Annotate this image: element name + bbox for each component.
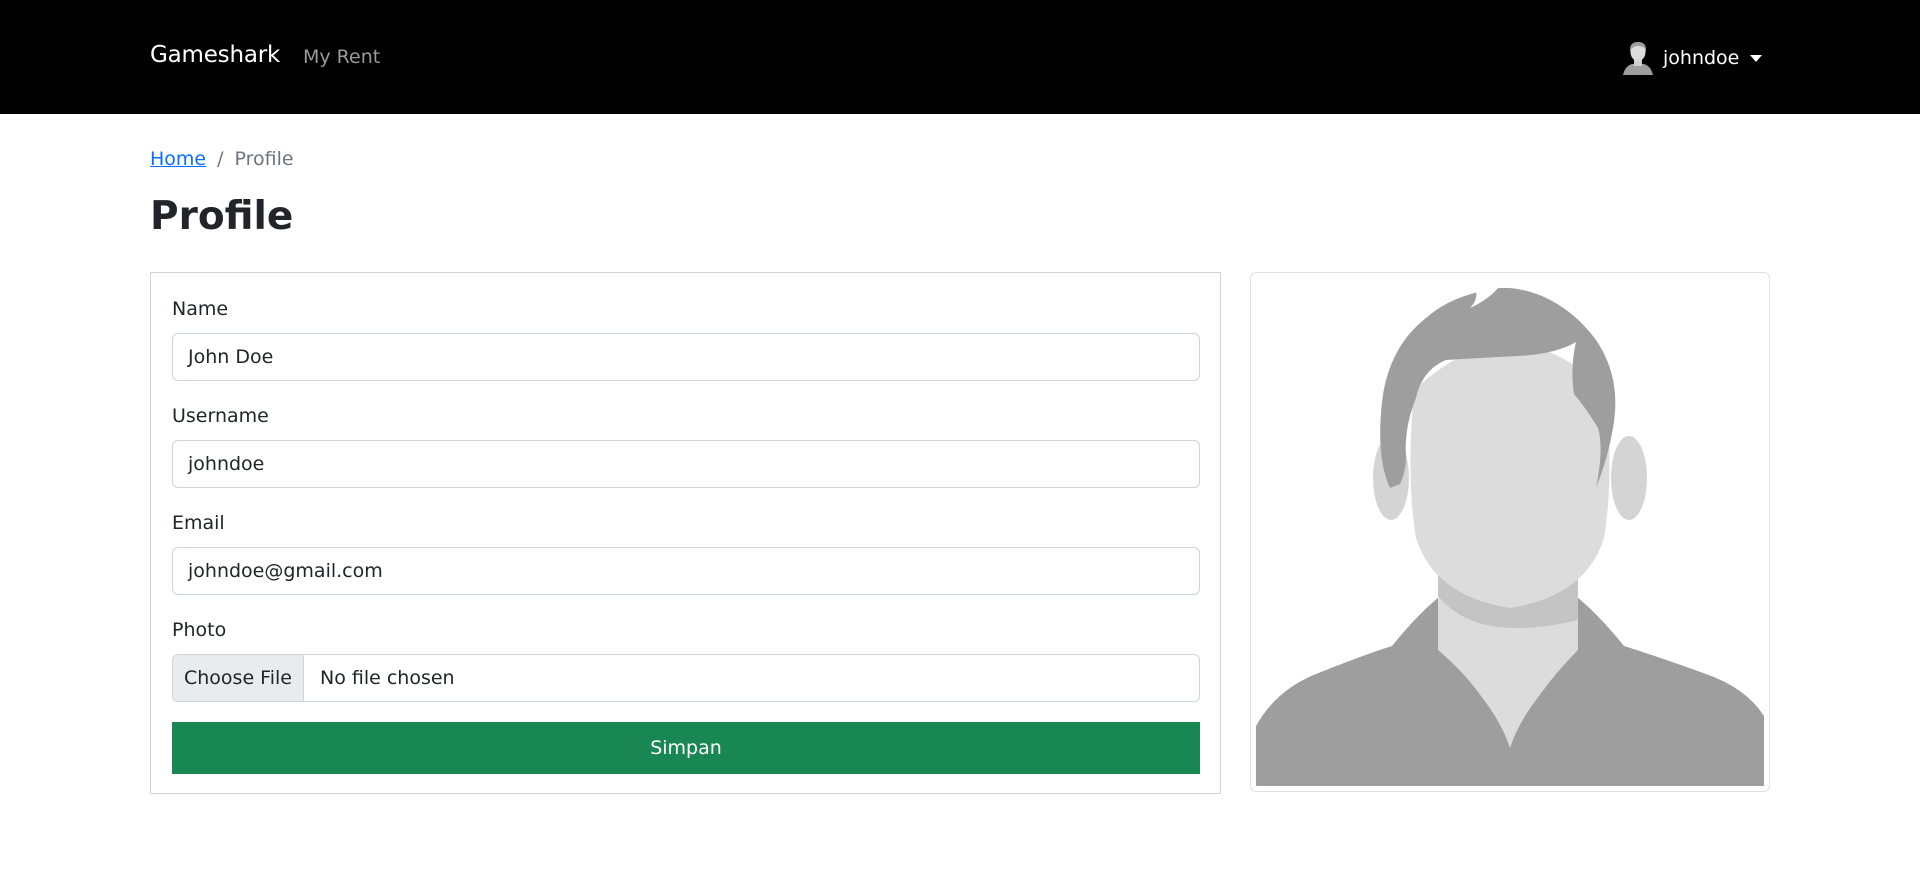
- caret-down-icon: [1750, 54, 1763, 62]
- name-input[interactable]: John Doe: [172, 333, 1200, 381]
- profile-form: Name John Doe Username johndoe Email joh…: [150, 272, 1221, 794]
- user-silhouette-icon: [1623, 42, 1653, 75]
- name-label: Name: [172, 298, 229, 320]
- photo-label: Photo: [172, 619, 227, 641]
- username-label: Username: [172, 405, 269, 427]
- profile-photo-card: [1250, 272, 1770, 792]
- brand-link[interactable]: Gameshark: [150, 42, 280, 68]
- username-input[interactable]: johndoe: [172, 440, 1200, 488]
- default-avatar-icon: [1256, 278, 1764, 786]
- photo-file-input[interactable]: Choose File No file chosen: [172, 654, 1200, 702]
- breadcrumb-current: Profile: [234, 148, 294, 170]
- email-label: Email: [172, 512, 225, 534]
- nav-link-my-rent[interactable]: My Rent: [303, 46, 380, 68]
- save-button[interactable]: Simpan: [172, 722, 1200, 774]
- choose-file-button[interactable]: Choose File: [173, 655, 304, 701]
- page-title: Profile: [150, 194, 294, 239]
- breadcrumb: Home / Profile: [150, 148, 294, 170]
- file-status: No file chosen: [320, 667, 455, 689]
- user-menu-toggle[interactable]: johndoe: [1623, 40, 1763, 76]
- breadcrumb-home-link[interactable]: Home: [150, 148, 206, 170]
- user-name: johndoe: [1663, 47, 1740, 69]
- breadcrumb-separator: /: [217, 148, 224, 170]
- email-input[interactable]: johndoe@gmail.com: [172, 547, 1200, 595]
- navbar: Gameshark My Rent johndoe: [0, 0, 1920, 114]
